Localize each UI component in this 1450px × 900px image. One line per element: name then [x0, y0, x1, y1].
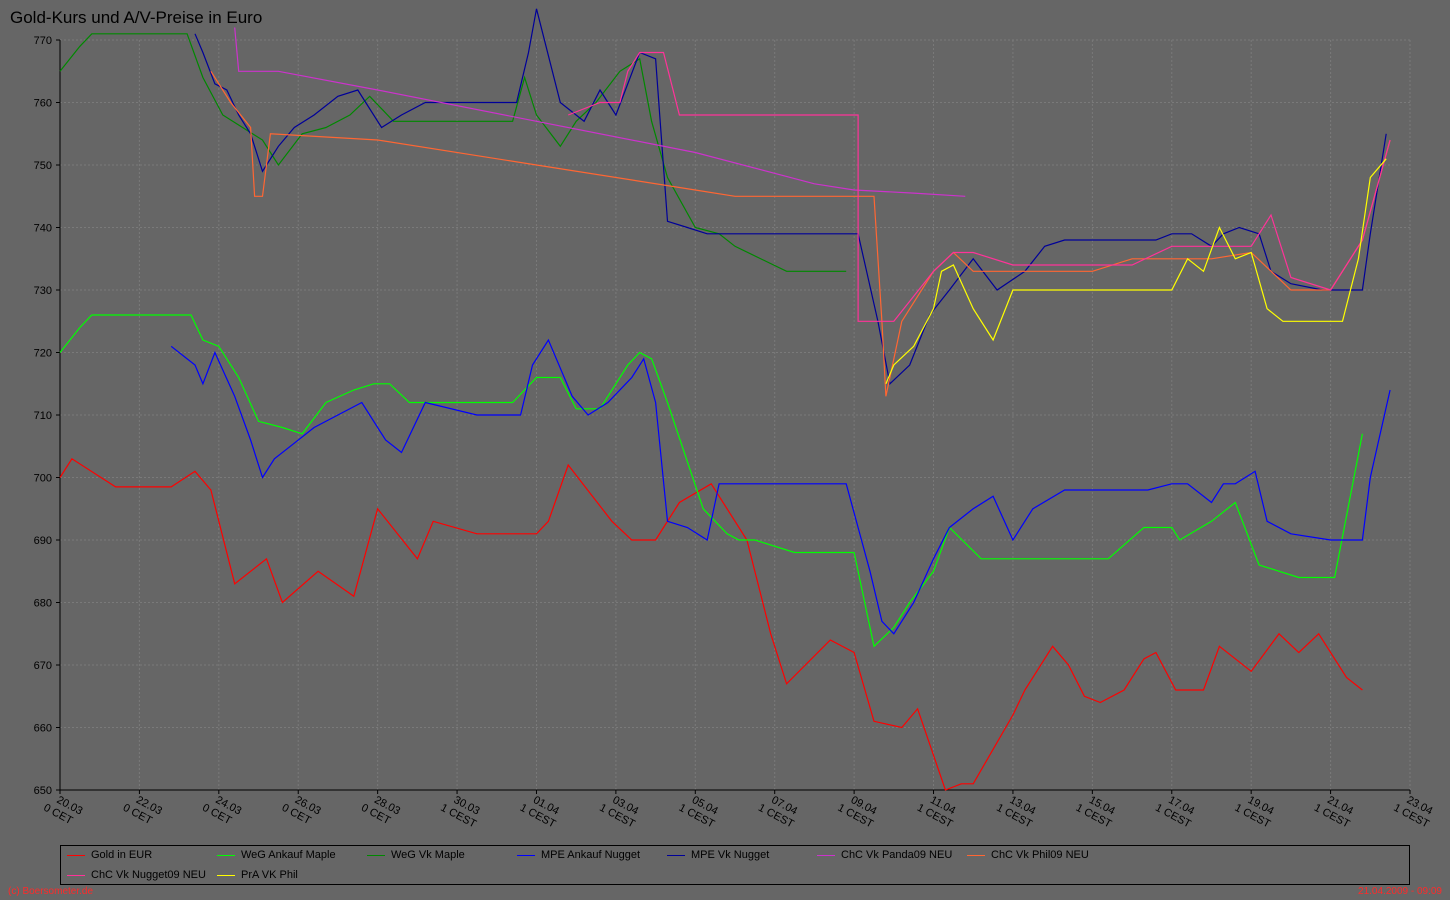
series-line-8: [567, 51, 1391, 322]
series-line-4: [170, 338, 1391, 635]
legend-item: ChC Vk Panda09 NEU: [817, 849, 952, 861]
x-tick-label-group: 09.041 CEST: [836, 794, 879, 831]
legend-swatch: [217, 854, 235, 856]
x-tick-label-group: 03.041 CEST: [597, 794, 640, 831]
legend: Gold in EUR WeG Ankauf Maple WeG Vk Maple M…: [60, 845, 1410, 885]
x-tick-label-group: 23.041 CEST: [1391, 794, 1434, 831]
y-tick-label: 760: [34, 98, 52, 110]
legend-swatch: [67, 874, 85, 876]
y-tick-labels: 650 660 670 680 690 700 710 720 730 740 750 760 770: [34, 35, 52, 797]
legend-item: ChC Vk Nugget09 NEU: [67, 869, 206, 881]
x-tick-label-group: 13.041 CEST: [994, 794, 1037, 831]
legend-swatch: [367, 854, 385, 856]
legend-item: MPE Ankauf Nugget: [517, 849, 640, 861]
x-tick-label-group: 05.041 CEST: [677, 794, 720, 831]
y-tick-label: 750: [34, 160, 52, 172]
legend-label: ChC Vk Nugget09 NEU: [91, 869, 206, 881]
legend-item: WeG Vk Maple: [367, 849, 465, 861]
x-tick-label-group: 17.041 CEST: [1153, 794, 1196, 831]
series-line-9: [885, 158, 1387, 385]
x-tick-label-group: 11.041 CEST: [915, 794, 957, 831]
legend-item: WeG Ankauf Maple: [217, 849, 336, 861]
y-tick-label: 680: [34, 598, 52, 610]
legend-label: ChC Vk Panda09 NEU: [841, 849, 953, 861]
legend-swatch: [967, 854, 985, 856]
x-tick-label-group: 15.041 CEST: [1074, 794, 1117, 831]
x-tick-label-group: 30.031 CEST: [438, 794, 481, 831]
y-tick-label: 770: [34, 35, 52, 47]
legend-swatch: [817, 854, 835, 856]
series-line-6: [234, 27, 966, 197]
y-tick-label: 720: [34, 348, 52, 360]
x-tick-label-group: 28.030 CET: [359, 794, 402, 827]
legend-swatch: [67, 854, 85, 856]
x-tick-label-group: 19.041 CEST: [1233, 794, 1276, 831]
legend-item: MPE Vk Nugget: [667, 849, 769, 861]
y-tick-label: 730: [34, 285, 52, 297]
x-tick-labels: 20.030 CET 22.030 CET 24.030 CET 26.030 CET…: [41, 794, 1434, 831]
timestamp-text: 21.04.2009 - 09:09: [1358, 886, 1442, 897]
legend-label: MPE Ankauf Nugget: [541, 849, 641, 861]
y-tick-label: 740: [34, 223, 52, 235]
x-tick-label-group: 22.030 CET: [121, 794, 164, 827]
legend-item: PrA VK Phil: [217, 869, 298, 881]
legend-swatch: [667, 854, 685, 856]
legend-label: WeG Vk Maple: [391, 849, 465, 861]
y-tick-label: 670: [34, 660, 52, 672]
legend-label: MPE Vk Nugget: [691, 849, 770, 861]
y-tick-label: 710: [34, 410, 52, 422]
chart-svg: 650660670680690700710720730740750760770 …: [34, 8, 1435, 831]
series-line-1: [59, 457, 1363, 791]
legend-label: PrA VK Phil: [241, 869, 298, 881]
x-tick-label-group: 07.041 CEST: [756, 794, 799, 831]
x-tick-label-group: 01.041 CEST: [518, 794, 561, 831]
x-tick-label-group: 24.030 CET: [200, 794, 243, 827]
x-tick-label-group: 26.030 CET: [280, 794, 323, 827]
x-tick-label-group: 21.041 CEST: [1312, 794, 1355, 831]
legend-swatch: [217, 874, 235, 876]
credit-text: (c) Boersometer.de: [8, 886, 94, 897]
y-tick-label: 700: [34, 473, 52, 485]
legend-item: Gold in EUR: [67, 849, 152, 861]
series-line-2: [59, 314, 1363, 648]
y-tick-label: 660: [34, 723, 52, 735]
legend-label: WeG Ankauf Maple: [241, 849, 336, 861]
y-tick-label: 690: [34, 535, 52, 547]
series-line-3: [59, 33, 847, 272]
y-tick-label: 650: [34, 785, 52, 797]
legend-item: ChC Vk Phil09 NEU: [967, 849, 1089, 861]
legend-label: Gold in EUR: [91, 849, 153, 861]
legend-label: ChC Vk Phil09 NEU: [991, 849, 1089, 861]
series-lines: [59, 8, 1391, 791]
legend-swatch: [517, 854, 535, 856]
